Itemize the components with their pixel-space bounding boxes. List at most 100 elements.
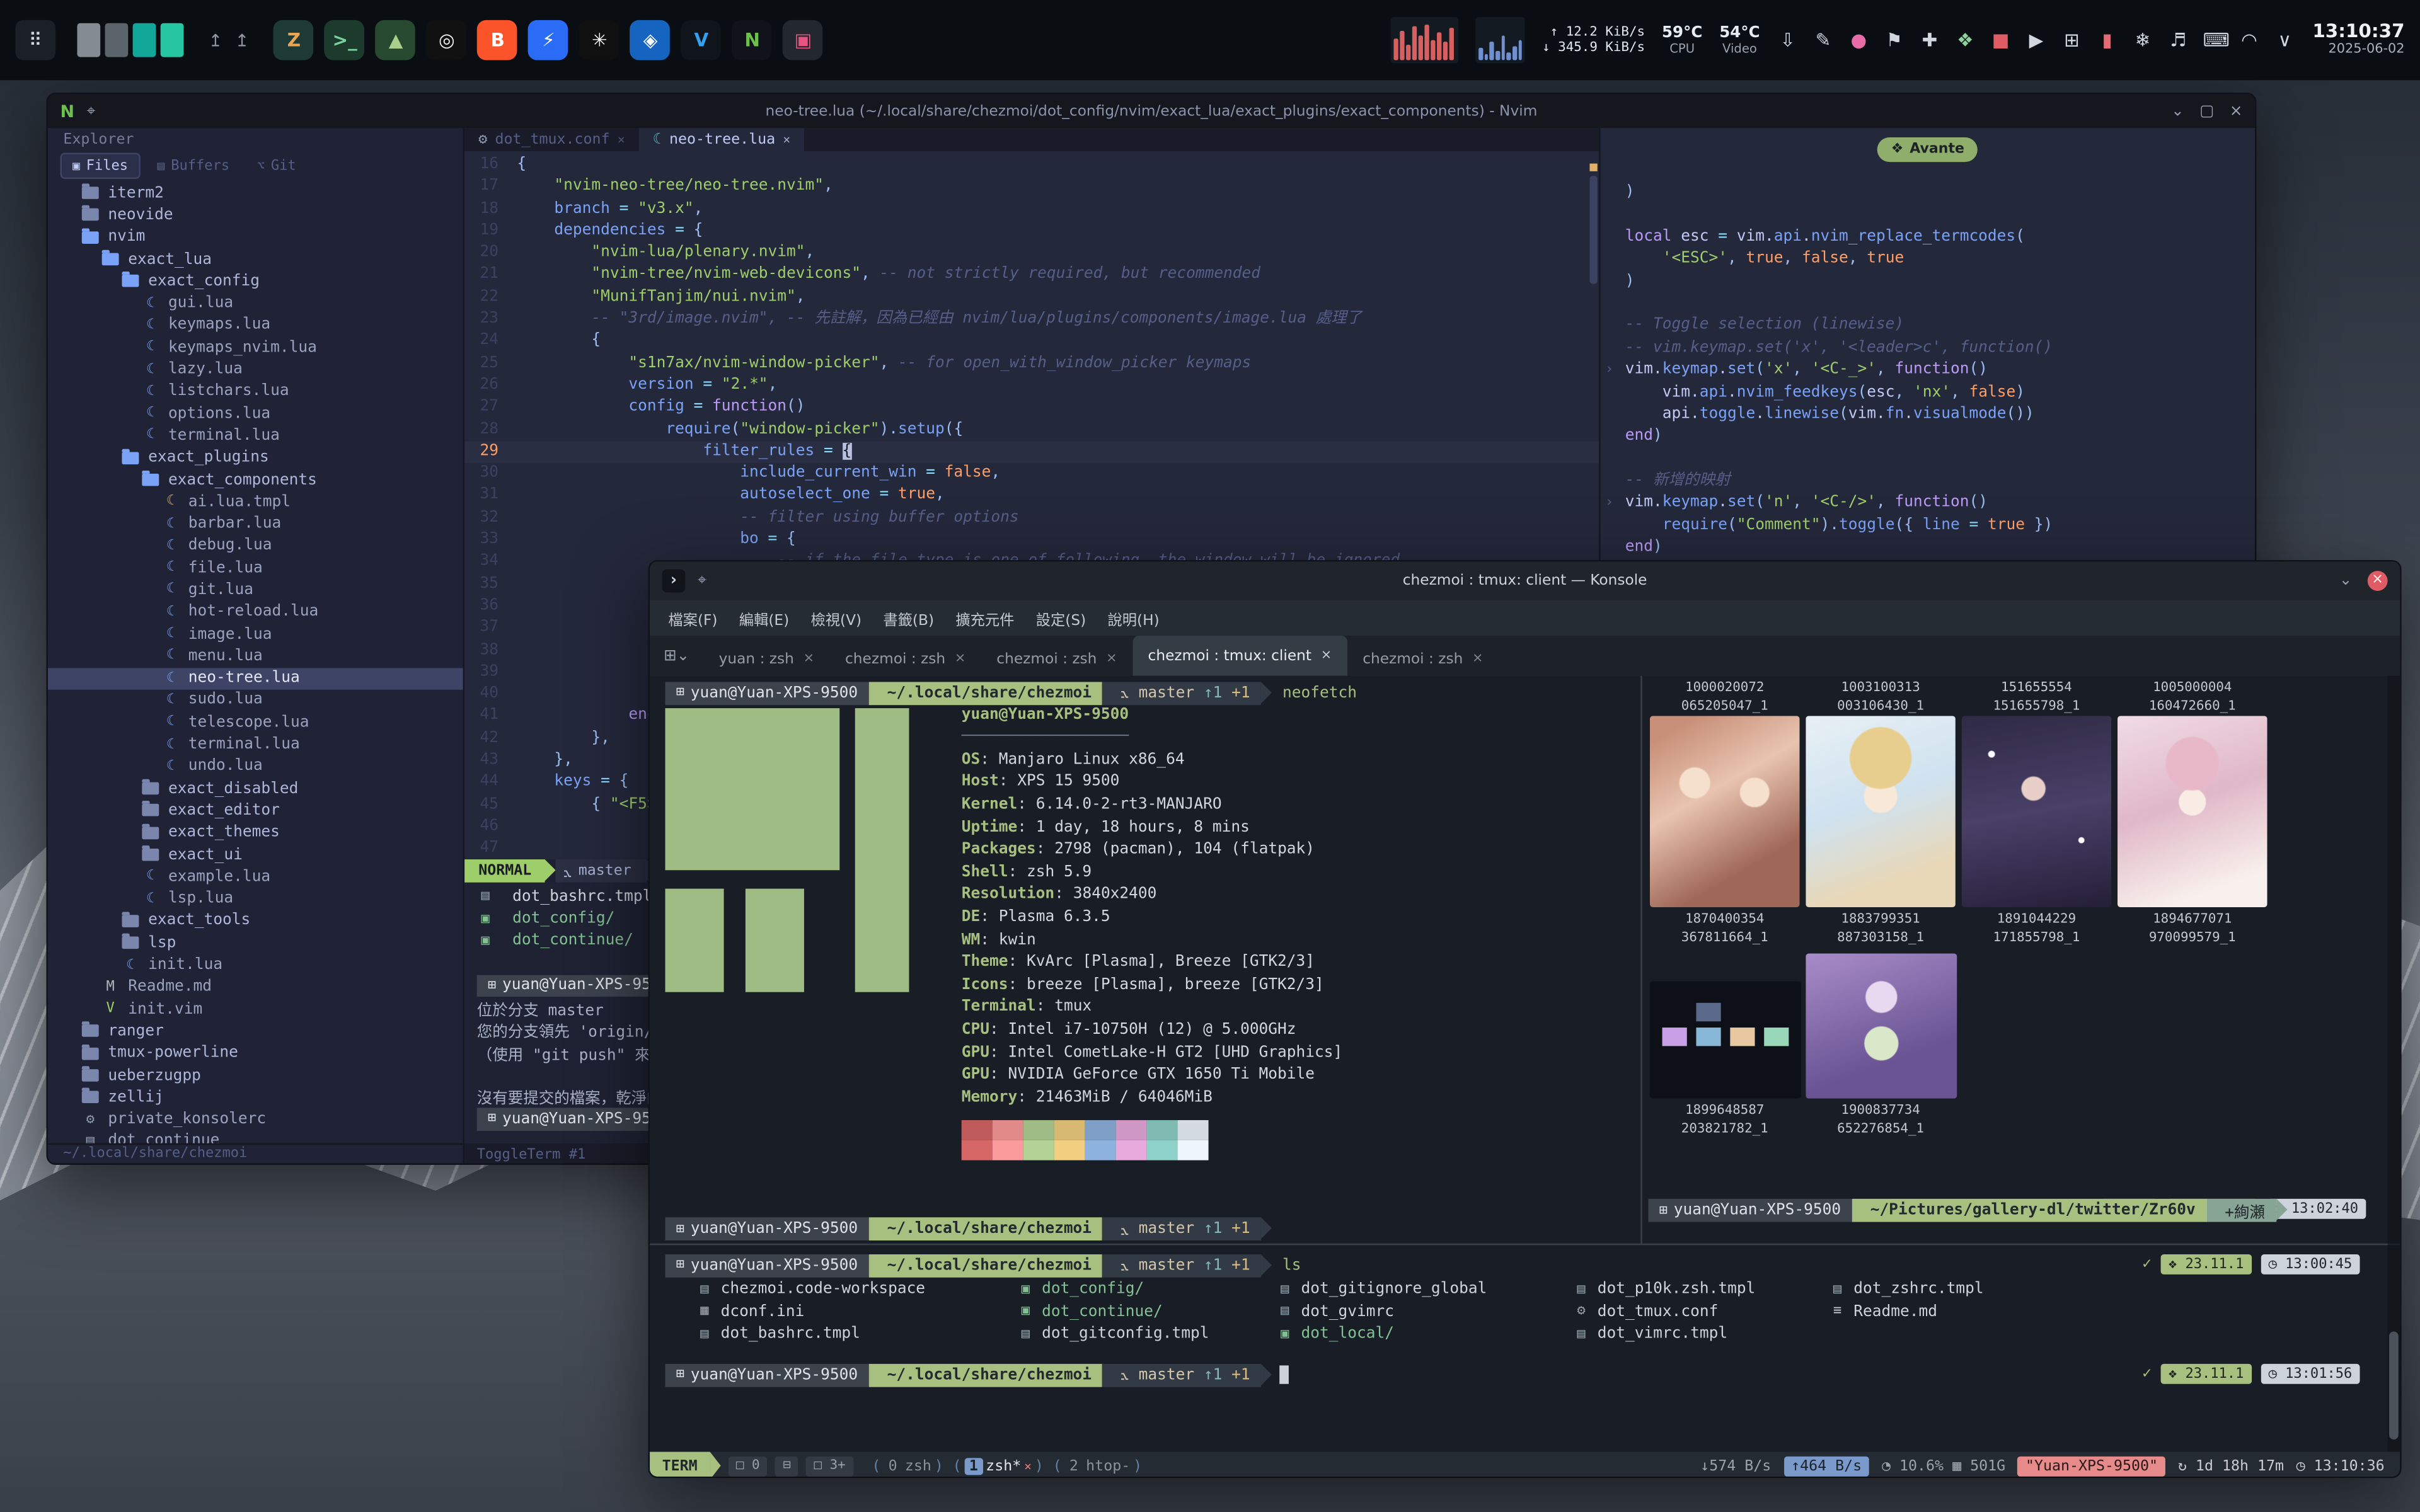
tree-item[interactable]: ☾terminal.lua bbox=[48, 733, 463, 755]
terminal-area[interactable]: ⊞yuan@Yuan-XPS-9500~/.local/share/chezmo… bbox=[650, 676, 2400, 1478]
window-close-icon[interactable]: × bbox=[2230, 103, 2243, 120]
avante-code[interactable]: )local esc = vim.api.nvim_replace_termco… bbox=[1601, 182, 2255, 559]
tree-item[interactable]: exact_editor bbox=[48, 799, 463, 822]
menu-item[interactable]: 編輯(E) bbox=[739, 607, 789, 629]
menu-item[interactable]: 檢視(V) bbox=[810, 607, 861, 629]
tray-expander-icon[interactable]: ∨ bbox=[2274, 30, 2295, 51]
media-player-icon[interactable]: ▶ bbox=[2025, 30, 2047, 51]
tree-item[interactable]: ☾example.lua bbox=[48, 866, 463, 888]
konsole-scrollbar-thumb[interactable] bbox=[2389, 1331, 2399, 1439]
tree-item[interactable]: exact_plugins bbox=[48, 447, 463, 469]
tree-item[interactable]: ☾barbar.lua bbox=[48, 513, 463, 535]
scrollbar-thumb[interactable] bbox=[1589, 176, 1597, 284]
tree-item[interactable]: iterm2 bbox=[48, 182, 463, 204]
tree-item[interactable]: ☾lazy.lua bbox=[48, 358, 463, 381]
tmux-pane-neofetch[interactable]: ⊞yuan@Yuan-XPS-9500~/.local/share/chezmo… bbox=[650, 676, 1640, 1244]
explorer-tab-buffers[interactable]: ▤Buffers bbox=[146, 152, 240, 179]
tree-item[interactable]: exact_lua bbox=[48, 248, 463, 270]
tab-close-icon[interactable]: × bbox=[1321, 648, 1332, 663]
tab-close-icon[interactable]: × bbox=[783, 133, 790, 147]
chatgpt-icon[interactable]: ✳ bbox=[579, 20, 619, 60]
gallery-thumbnail[interactable] bbox=[1650, 716, 1800, 907]
tree-item[interactable]: exact_themes bbox=[48, 822, 463, 844]
tree-item[interactable]: ☾lsp.lua bbox=[48, 888, 463, 910]
battery-icon[interactable]: ▮ bbox=[2096, 30, 2118, 51]
pin-icon[interactable]: ⌖ bbox=[87, 103, 96, 120]
gallery-thumbnail[interactable] bbox=[1806, 716, 1956, 907]
tree-item[interactable]: nvim bbox=[48, 226, 463, 248]
notifications-icon[interactable]: ⚑ bbox=[1884, 30, 1905, 51]
stylus-icon[interactable]: ✎ bbox=[1812, 30, 1834, 51]
tray-mini-app-2[interactable]: ↥ bbox=[235, 30, 250, 50]
clock-widget[interactable]: 13:10:37 2025-06-02 bbox=[2312, 21, 2404, 59]
menu-item[interactable]: 設定(S) bbox=[1036, 607, 1086, 629]
tree-item[interactable]: ☾undo.lua bbox=[48, 755, 463, 777]
gallery-thumbnail[interactable] bbox=[2118, 716, 2267, 907]
tree-item[interactable]: exact_tools bbox=[48, 910, 463, 932]
konsole-tab[interactable]: chezmoi : zsh× bbox=[981, 642, 1132, 676]
tree-item[interactable]: ☾telescope.lua bbox=[48, 711, 463, 733]
tree-item[interactable]: ☾sudo.lua bbox=[48, 689, 463, 711]
menu-item[interactable]: 擴充元件 bbox=[955, 607, 1014, 629]
tree-item[interactable]: ☾keymaps.lua bbox=[48, 314, 463, 336]
network-usage-graph[interactable] bbox=[1476, 17, 1525, 63]
wifi-icon[interactable]: ◠ bbox=[2238, 30, 2260, 51]
tree-item[interactable]: lsp bbox=[48, 932, 463, 954]
nvim-titlebar[interactable]: N ⌖ neo-tree.lua (~/.local/share/chezmoi… bbox=[48, 94, 2255, 128]
app-launcher-button[interactable]: ⠿ bbox=[15, 20, 55, 60]
tmux-window[interactable]: (2 htop-) bbox=[1053, 1457, 1143, 1474]
terminal-icon[interactable]: >_ bbox=[325, 20, 365, 60]
tree-item[interactable]: ☾image.lua bbox=[48, 623, 463, 645]
security-shield-icon[interactable]: ✚ bbox=[1919, 30, 1940, 51]
display-app-icon[interactable]: ▣ bbox=[783, 20, 824, 60]
tree-item[interactable]: ☾options.lua bbox=[48, 403, 463, 425]
tmux-pane-shell[interactable]: ⊞yuan@Yuan-XPS-9500~/.local/share/chezmo… bbox=[650, 1245, 2400, 1452]
tree-item[interactable]: exact_disabled bbox=[48, 777, 463, 799]
tree-item[interactable]: ⚙private_konsolerc bbox=[48, 1109, 463, 1131]
tab-close-icon[interactable]: × bbox=[955, 651, 965, 666]
messenger-icon[interactable]: ⚡ bbox=[529, 20, 569, 60]
vscode-icon[interactable]: V bbox=[681, 20, 722, 60]
tab-close-icon[interactable]: × bbox=[804, 651, 814, 666]
editor-tab[interactable]: ⚙dot_tmux.conf× bbox=[464, 128, 639, 151]
virtual-desktop-cell[interactable] bbox=[105, 23, 129, 57]
tree-item[interactable]: neovide bbox=[48, 204, 463, 226]
pin-icon[interactable]: ⌖ bbox=[698, 573, 706, 590]
tmux-window[interactable]: (0 zsh) bbox=[872, 1457, 943, 1474]
brightness-icon[interactable]: ❄ bbox=[2132, 30, 2153, 51]
tree-item[interactable]: exact_components bbox=[48, 469, 463, 491]
tree-item[interactable]: ☾neo-tree.lua bbox=[48, 667, 463, 689]
tree-item[interactable]: ☾hot-reload.lua bbox=[48, 601, 463, 623]
menu-item[interactable]: 書籤(B) bbox=[883, 607, 934, 629]
konsole-titlebar[interactable]: › ⌖ chezmoi : tmux: client — Konsole ⌄ × bbox=[650, 561, 2400, 600]
tree-item[interactable]: ☾gui.lua bbox=[48, 292, 463, 314]
tree-item[interactable]: zellij bbox=[48, 1087, 463, 1109]
tray-mini-app-1[interactable]: ↥ bbox=[209, 30, 223, 50]
tree-item[interactable]: ▤dot_continue bbox=[48, 1131, 463, 1143]
brave-browser-icon[interactable]: B bbox=[478, 20, 518, 60]
konsole-scrollbar[interactable] bbox=[2388, 676, 2400, 1452]
menu-item[interactable]: 檔案(F) bbox=[668, 607, 717, 629]
window-close-icon[interactable]: × bbox=[2368, 571, 2388, 591]
leaf-icon[interactable]: ❖ bbox=[1954, 30, 1976, 51]
virtual-desktop-cell[interactable] bbox=[161, 23, 184, 57]
shield-app-icon[interactable]: ◈ bbox=[630, 20, 671, 60]
color-picker-icon[interactable]: ● bbox=[1848, 30, 1869, 51]
fold-chevron-icon[interactable]: › bbox=[1605, 360, 1613, 382]
tree-item[interactable]: exact_config bbox=[48, 270, 463, 292]
gallery-thumbnail[interactable] bbox=[1805, 953, 1956, 1098]
menu-item[interactable]: 說明(H) bbox=[1108, 607, 1160, 629]
window-shade-icon[interactable]: ⌄ bbox=[2339, 573, 2353, 590]
window-shade-icon[interactable]: ⌄ bbox=[2171, 103, 2184, 120]
apps-grid-icon[interactable]: ⊞ bbox=[2061, 30, 2082, 51]
window-maximize-icon[interactable]: ▢ bbox=[2199, 103, 2214, 120]
record-app-icon[interactable]: ◎ bbox=[427, 20, 467, 60]
tree-item[interactable]: exact_ui bbox=[48, 844, 463, 866]
cpu-temp-widget[interactable]: 59°C CPU bbox=[1662, 25, 1702, 55]
tree-item[interactable]: Vinit.vim bbox=[48, 998, 463, 1020]
tree-item[interactable]: ☾init.lua bbox=[48, 954, 463, 976]
tree-item[interactable]: ☾terminal.lua bbox=[48, 425, 463, 447]
tree-item[interactable]: ☾git.lua bbox=[48, 579, 463, 601]
split-view-icon[interactable]: ⊞⌄ bbox=[650, 647, 703, 664]
tree-item[interactable]: ☾keymaps_nvim.lua bbox=[48, 336, 463, 358]
